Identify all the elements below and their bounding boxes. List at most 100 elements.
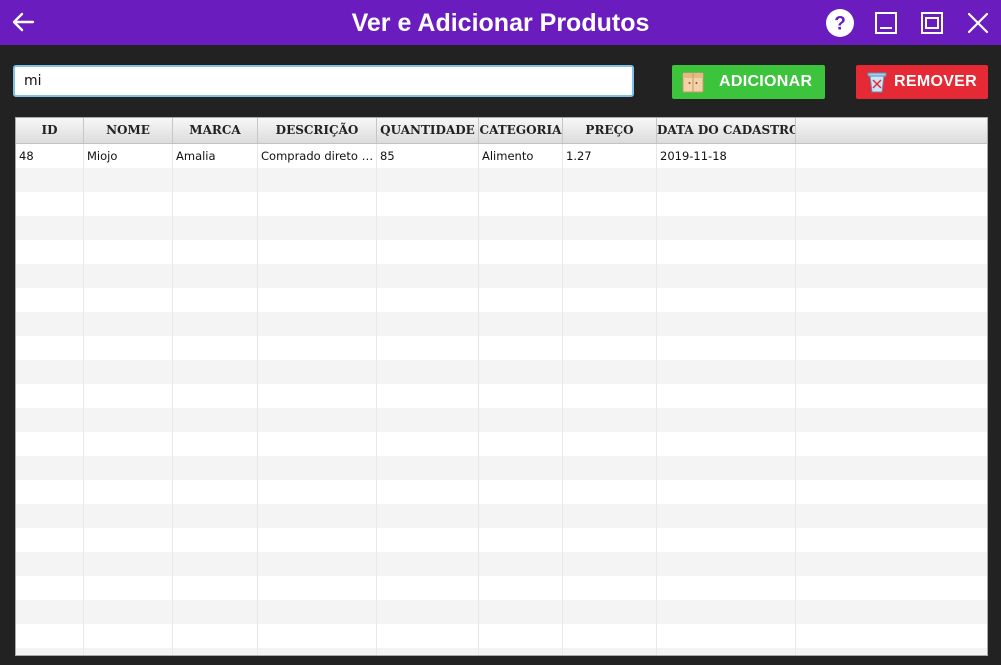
empty-cell — [563, 624, 657, 648]
column-header-descricao[interactable]: DESCRIÇÃO — [258, 118, 377, 143]
column-header-preco[interactable]: PREÇO — [563, 118, 657, 143]
empty-cell — [479, 288, 563, 312]
column-header-marca[interactable]: MARCA — [173, 118, 258, 143]
empty-cell — [258, 240, 377, 264]
empty-cell — [173, 216, 258, 240]
search-input[interactable] — [13, 65, 634, 97]
cell-descricao: Comprado direto da fábrica — [258, 144, 377, 168]
column-header-quantidade[interactable]: QUANTIDADE — [377, 118, 479, 143]
empty-cell — [84, 600, 173, 624]
empty-cell — [479, 600, 563, 624]
add-product-button[interactable]: ADICIONAR — [672, 65, 825, 99]
empty-cell — [796, 600, 987, 624]
table-row[interactable]: 48 Miojo Amalia Comprado direto da fábri… — [16, 144, 987, 168]
empty-cell — [796, 288, 987, 312]
empty-cell — [173, 240, 258, 264]
empty-cell — [173, 552, 258, 576]
column-header-data-do-cadastro[interactable]: DATA DO CADASTRO — [657, 118, 796, 143]
column-header-nome[interactable]: NOME — [84, 118, 173, 143]
empty-cell — [84, 384, 173, 408]
help-button[interactable]: ? — [825, 8, 855, 38]
empty-cell — [84, 624, 173, 648]
table-row-empty — [16, 168, 987, 192]
title-bar: Ver e Adicionar Produtos ? — [0, 0, 1001, 45]
table-row-empty — [16, 552, 987, 576]
empty-cell — [657, 264, 796, 288]
empty-cell — [796, 648, 987, 655]
empty-cell — [657, 216, 796, 240]
cell-data-do-cadastro: 2019-11-18 — [657, 144, 796, 168]
empty-cell — [657, 384, 796, 408]
empty-cell — [173, 168, 258, 192]
back-button[interactable] — [8, 8, 38, 36]
empty-cell — [479, 480, 563, 504]
empty-cell — [563, 312, 657, 336]
table-row-empty — [16, 648, 987, 655]
empty-cell — [84, 168, 173, 192]
remove-product-button[interactable]: REMOVER — [856, 65, 988, 99]
empty-cell — [563, 168, 657, 192]
table-row-empty — [16, 360, 987, 384]
empty-cell — [377, 312, 479, 336]
empty-cell — [16, 288, 84, 312]
close-button[interactable] — [963, 8, 993, 38]
empty-cell — [16, 192, 84, 216]
empty-cell — [16, 456, 84, 480]
empty-cell — [16, 384, 84, 408]
empty-cell — [657, 240, 796, 264]
empty-cell — [479, 576, 563, 600]
empty-cell — [479, 312, 563, 336]
empty-cell — [377, 360, 479, 384]
table-row-empty — [16, 576, 987, 600]
table-row-empty — [16, 288, 987, 312]
empty-cell — [16, 624, 84, 648]
empty-cell — [796, 384, 987, 408]
maximize-button[interactable] — [917, 8, 947, 38]
empty-cell — [173, 576, 258, 600]
empty-cell — [84, 240, 173, 264]
empty-cell — [16, 552, 84, 576]
empty-cell — [657, 576, 796, 600]
minimize-button[interactable] — [871, 8, 901, 38]
arrow-left-icon — [12, 12, 35, 32]
empty-cell — [173, 408, 258, 432]
empty-cell — [657, 552, 796, 576]
empty-cell — [796, 192, 987, 216]
empty-cell — [479, 240, 563, 264]
empty-cell — [84, 648, 173, 655]
column-header-filler — [796, 118, 987, 143]
empty-cell — [173, 480, 258, 504]
empty-cell — [563, 576, 657, 600]
empty-cell — [173, 360, 258, 384]
empty-cell — [84, 552, 173, 576]
products-table[interactable]: ID NOME MARCA DESCRIÇÃO QUANTIDADE CATEG… — [15, 117, 988, 656]
empty-cell — [16, 216, 84, 240]
empty-cell — [563, 264, 657, 288]
column-header-id[interactable]: ID — [16, 118, 84, 143]
trash-icon — [867, 72, 887, 93]
column-header-categoria[interactable]: CATEGORIA — [479, 118, 563, 143]
empty-cell — [16, 432, 84, 456]
empty-cell — [173, 624, 258, 648]
empty-cell — [377, 432, 479, 456]
empty-cell — [16, 312, 84, 336]
empty-cell — [173, 600, 258, 624]
empty-cell — [377, 216, 479, 240]
empty-cell — [258, 216, 377, 240]
empty-cell — [258, 432, 377, 456]
table-row-empty — [16, 432, 987, 456]
empty-cell — [16, 168, 84, 192]
empty-cell — [796, 312, 987, 336]
empty-cell — [479, 432, 563, 456]
empty-cell — [377, 648, 479, 655]
empty-cell — [16, 408, 84, 432]
empty-cell — [657, 480, 796, 504]
empty-cell — [16, 504, 84, 528]
empty-cell — [657, 192, 796, 216]
empty-cell — [563, 192, 657, 216]
empty-cell — [657, 168, 796, 192]
table-row-empty — [16, 456, 987, 480]
empty-cell — [84, 264, 173, 288]
empty-cell — [377, 480, 479, 504]
empty-cell — [173, 192, 258, 216]
